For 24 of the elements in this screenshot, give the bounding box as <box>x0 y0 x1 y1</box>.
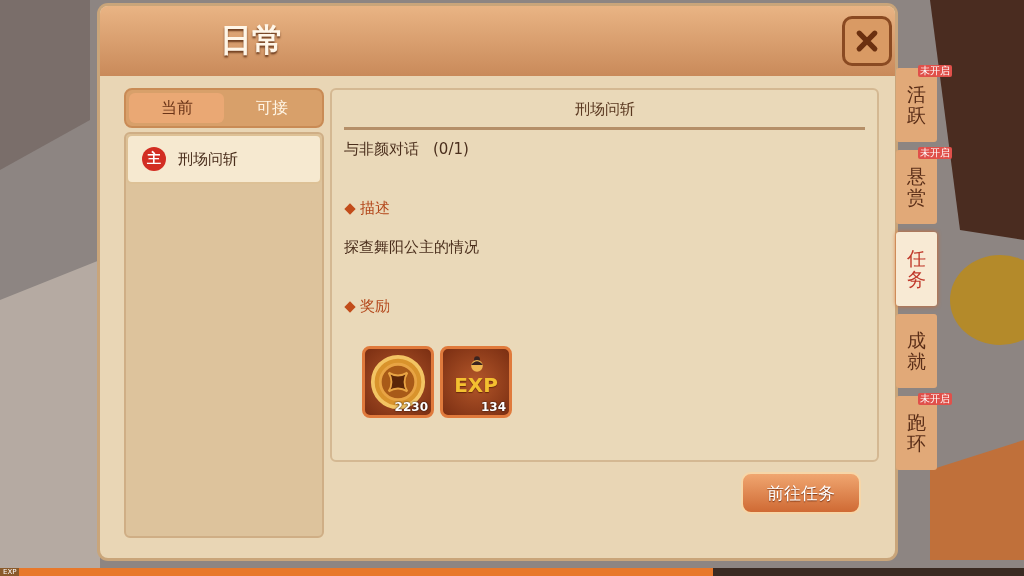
quest-title: 刑场问斩 <box>573 99 636 120</box>
quest-type-badge: 主 <box>142 147 166 171</box>
side-tab[interactable]: 任务 <box>896 232 937 306</box>
coin-icon <box>370 354 426 410</box>
description-text: 探查舞阳公主的情况 <box>344 238 480 257</box>
quest-name: 刑场问斩 <box>178 149 238 169</box>
reward-item[interactable]: EXP 134 <box>440 346 512 418</box>
objective-count-text: (0/1) <box>433 140 469 159</box>
list-tab[interactable]: 当前 <box>129 93 224 123</box>
objective-text: 与非颜对话 <box>344 140 419 159</box>
window-title: 日常 <box>220 20 284 61</box>
close-icon <box>854 28 880 54</box>
reward-amount: 134 <box>480 400 506 414</box>
locked-badge: 未开启 <box>918 393 952 405</box>
quest-item[interactable]: 主 刑场问斩 <box>126 134 322 184</box>
section-heading: 奖励 <box>360 297 390 316</box>
reward-amount: 2230 <box>394 400 428 414</box>
locked-badge: 未开启 <box>918 147 952 159</box>
side-tab[interactable]: 成就 <box>896 314 937 388</box>
section-heading: 描述 <box>360 199 390 218</box>
reward-item[interactable]: 2230 <box>362 346 434 418</box>
exp-label: EXP <box>454 373 498 397</box>
locked-badge: 未开启 <box>918 65 952 77</box>
close-button[interactable] <box>842 16 892 66</box>
